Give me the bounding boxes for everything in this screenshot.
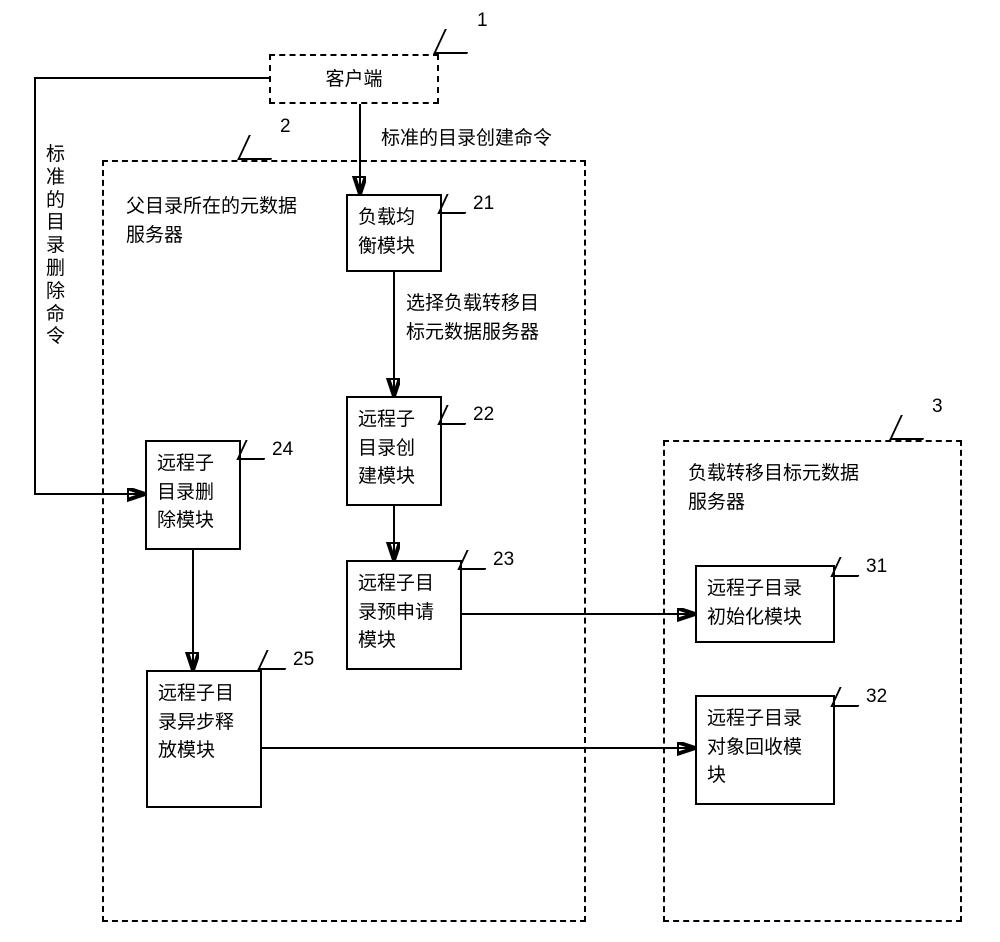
num-24: 24	[272, 439, 293, 461]
edge-label-create: 标准的目录创建命令	[381, 125, 552, 154]
tick-2	[237, 135, 283, 160]
box-22: 远程子 目录创 建模块	[346, 396, 442, 506]
box-32: 远程子目录 对象回收模 块	[695, 695, 835, 805]
box3-title-l1: 负载转移目标元数据	[688, 460, 908, 489]
tick-3	[889, 415, 935, 440]
b23-l2: 录预申请	[358, 599, 450, 628]
num-22: 22	[473, 404, 494, 426]
num-1: 1	[477, 10, 488, 32]
b23-l1: 远程子目	[358, 570, 450, 599]
box-client: 客户端	[269, 54, 439, 104]
box-24: 远程子 目录删 除模块	[145, 440, 241, 550]
b25-l1: 远程子目	[158, 680, 250, 709]
b23-l3: 模块	[358, 627, 450, 656]
num-21: 21	[473, 193, 494, 215]
box-23: 远程子目 录预申请 模块	[346, 560, 462, 670]
b21-l1: 负载均	[358, 204, 430, 233]
b22-l3: 建模块	[358, 463, 430, 492]
b22-l2: 目录创	[358, 435, 430, 464]
b25-l3: 放模块	[158, 737, 250, 766]
b31-l1: 远程子目录	[707, 575, 823, 604]
box-client-label: 客户端	[325, 69, 382, 90]
edge2-l2: 标元数据服务器	[406, 319, 539, 348]
b32-l2: 对象回收模	[707, 734, 823, 763]
b31-l2: 初始化模块	[707, 604, 823, 633]
b24-l3: 除模块	[157, 507, 229, 536]
num-3: 3	[932, 396, 943, 418]
box3-title-l2: 服务器	[688, 489, 908, 518]
b22-l1: 远程子	[358, 406, 430, 435]
edge-label-select: 选择负载转移目 标元数据服务器	[406, 290, 539, 347]
box2-title: 父目录所在的元数据 服务器	[126, 193, 326, 250]
b21-l2: 衡模块	[358, 233, 430, 262]
b25-l2: 录异步释	[158, 709, 250, 738]
box-31: 远程子目录 初始化模块	[695, 565, 835, 643]
b32-l3: 块	[707, 762, 823, 791]
box2-title-l1: 父目录所在的元数据	[126, 193, 326, 222]
num-32: 32	[866, 686, 887, 708]
edge-label-delete: 标准的目录删除命令	[46, 144, 65, 349]
box3-title: 负载转移目标元数据 服务器	[688, 460, 908, 517]
b24-l1: 远程子	[157, 450, 229, 479]
num-31: 31	[866, 556, 887, 578]
num-23: 23	[493, 549, 514, 571]
b24-l2: 目录删	[157, 479, 229, 508]
num-2: 2	[280, 116, 291, 138]
tick-1	[433, 29, 479, 54]
edge2-l1: 选择负载转移目	[406, 290, 539, 319]
b32-l1: 远程子目录	[707, 705, 823, 734]
box-21: 负载均 衡模块	[346, 194, 442, 272]
box-25: 远程子目 录异步释 放模块	[146, 670, 262, 808]
num-25: 25	[293, 649, 314, 671]
box2-title-l2: 服务器	[126, 222, 326, 251]
